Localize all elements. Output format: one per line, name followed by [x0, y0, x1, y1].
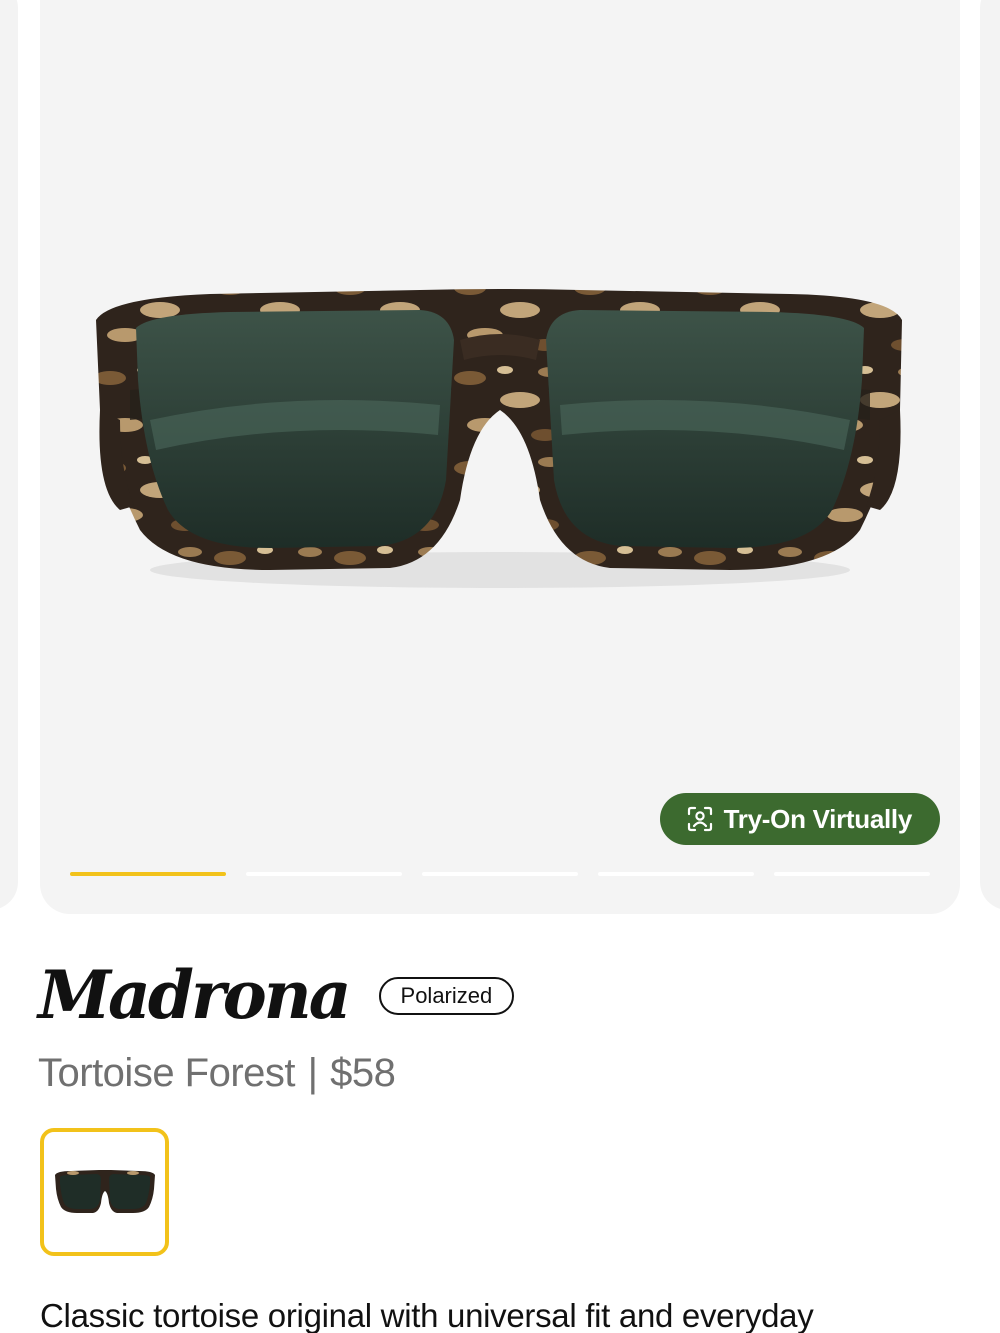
previous-slide-peek[interactable] — [0, 0, 18, 910]
price: $58 — [330, 1051, 396, 1095]
swatch-sunglasses-image — [54, 1170, 155, 1213]
color-swatch-tortoise-forest[interactable] — [40, 1128, 169, 1256]
color-name: Tortoise Forest — [38, 1051, 296, 1095]
color-and-price: Tortoise Forest | $58 — [38, 1049, 968, 1097]
product-description: Classic tortoise original with universal… — [40, 1297, 814, 1333]
try-on-label: Try-On Virtually — [723, 803, 913, 834]
slide-indicator-active[interactable] — [70, 872, 226, 876]
slide-indicator[interactable] — [422, 872, 578, 876]
sunglasses-image — [96, 289, 902, 588]
try-on-virtually-button[interactable]: Try-On Virtually — [659, 793, 940, 845]
product-image-carousel[interactable]: Try-On Virtually — [0, 0, 1000, 915]
next-slide-peek[interactable] — [980, 0, 1000, 910]
product-info: Madrona Polarized Tortoise Forest | $58 — [38, 955, 968, 1097]
slide-indicator[interactable] — [246, 872, 402, 876]
title-row: Madrona Polarized — [38, 955, 968, 1035]
separator: | — [307, 1051, 318, 1095]
product-image-slide[interactable]: Try-On Virtually — [40, 0, 960, 914]
slide-indicators — [70, 872, 930, 876]
slide-indicator[interactable] — [774, 872, 930, 876]
face-scan-icon — [687, 806, 712, 832]
product-name: Madrona — [38, 956, 352, 1034]
slide-indicator[interactable] — [598, 872, 754, 876]
polarized-badge: Polarized — [378, 977, 515, 1015]
